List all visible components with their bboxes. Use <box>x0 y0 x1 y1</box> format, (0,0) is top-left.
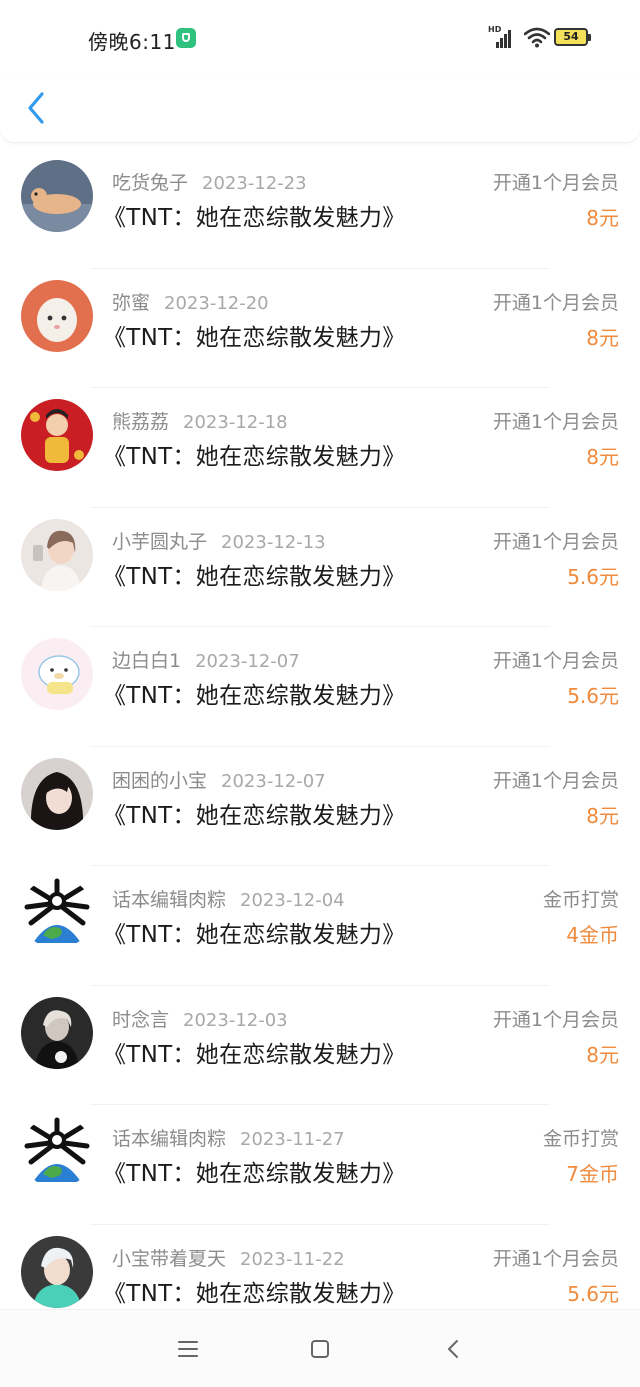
list-item[interactable]: 熊荔荔 2023-12-18 《TNT：她在恋综散发魅力》 开通1个月会员 8元 <box>0 387 640 507</box>
record-amount: 7金币 <box>566 1162 619 1186</box>
status-time: 傍晚6:11 <box>88 30 176 54</box>
record-amount: 5.6元 <box>567 564 619 589</box>
user-name: 熊荔荔 2023-12-18 <box>112 411 288 433</box>
record-date: 2023-12-07 <box>195 651 300 672</box>
avatar[interactable] <box>21 757 93 830</box>
record-type: 开通1个月会员 <box>492 769 619 792</box>
record-amount: 8元 <box>586 445 619 469</box>
avatar[interactable] <box>21 399 93 471</box>
list-item[interactable]: 小芋圆丸子 2023-12-13 《TNT：她在恋综散发魅力》 开通1个月会员 5… <box>0 506 640 627</box>
user-name: 时念言 2023-12-03 <box>112 1008 288 1031</box>
record-amount: 4金币 <box>566 923 619 947</box>
avatar[interactable] <box>21 1235 93 1308</box>
list-item[interactable]: 困困的小宝 2023-12-07 《TNT：她在恋综散发魅力》 开通1个月会员 8… <box>0 745 640 866</box>
user-name: 小宝带着夏天 2023-11-22 <box>112 1247 345 1270</box>
record-list: 吃货兔子 2023-12-23 《TNT：她在恋综散发魅力》 开通1个月会员 8元… <box>0 148 640 1343</box>
record-type: 开通1个月会员 <box>492 1008 619 1031</box>
book-title: 《TNT：她在恋综散发魅力》 <box>103 802 406 829</box>
wifi-icon <box>524 27 550 48</box>
book-title: 《TNT：她在恋综散发魅力》 <box>103 205 406 231</box>
avatar[interactable] <box>21 160 93 232</box>
record-amount: 8元 <box>586 206 619 230</box>
record-type: 开通1个月会员 <box>492 650 619 672</box>
signal-icon: HD <box>488 25 514 48</box>
user-name: 吃货兔子 2023-12-23 <box>112 172 307 194</box>
record-date: 2023-12-04 <box>240 890 345 911</box>
record-amount: 8元 <box>586 325 619 350</box>
book-title: 《TNT：她在恋综散发魅力》 <box>103 563 406 590</box>
book-title: 《TNT：她在恋综散发魅力》 <box>103 922 406 948</box>
user-name: 话本编辑肉粽 2023-11-27 <box>112 1128 345 1150</box>
battery-level: 54 <box>563 30 579 43</box>
record-date: 2023-12-07 <box>221 770 326 792</box>
record-type: 开通1个月会员 <box>492 530 619 553</box>
record-date: 2023-12-13 <box>221 531 326 553</box>
network-type-label: HD <box>488 25 502 34</box>
book-title: 《TNT：她在恋综散发魅力》 <box>103 444 406 470</box>
page-header <box>0 76 640 143</box>
record-type: 开通1个月会员 <box>492 291 619 314</box>
user-name: 困困的小宝 2023-12-07 <box>112 769 326 792</box>
avatar[interactable] <box>21 1116 93 1188</box>
record-date: 2023-12-23 <box>202 173 307 194</box>
book-title: 《TNT：她在恋综散发魅力》 <box>103 1041 406 1068</box>
user-name: 弥蜜 2023-12-20 <box>112 291 269 314</box>
list-item[interactable]: 时念言 2023-12-03 《TNT：她在恋综散发魅力》 开通1个月会员 8元 <box>0 984 640 1105</box>
record-type: 开通1个月会员 <box>492 411 619 433</box>
home-square-icon[interactable] <box>308 1337 332 1361</box>
list-item[interactable]: 吃货兔子 2023-12-23 《TNT：她在恋综散发魅力》 开通1个月会员 8元 <box>0 148 640 268</box>
back-triangle-icon[interactable] <box>442 1337 466 1361</box>
record-date: 2023-11-22 <box>240 1248 345 1270</box>
user-name: 小芋圆丸子 2023-12-13 <box>112 530 326 553</box>
record-date: 2023-12-20 <box>164 292 269 314</box>
list-item[interactable]: 话本编辑肉粽 2023-12-04 《TNT：她在恋综散发魅力》 金币打赏 4金币 <box>0 865 640 985</box>
record-date: 2023-12-03 <box>183 1009 288 1031</box>
book-title: 《TNT：她在恋综散发魅力》 <box>103 324 406 351</box>
avatar[interactable] <box>21 638 93 710</box>
avatar[interactable] <box>21 996 93 1069</box>
status-bar: 傍晚6:11 HD 54 <box>0 0 640 76</box>
avatar[interactable] <box>21 279 93 352</box>
menu-icon[interactable] <box>176 1337 200 1361</box>
user-name: 话本编辑肉粽 2023-12-04 <box>112 889 345 911</box>
record-type: 开通1个月会员 <box>492 1247 619 1270</box>
record-amount: 5.6元 <box>567 684 619 708</box>
record-type: 金币打赏 <box>542 889 619 911</box>
user-name: 边白白1 2023-12-07 <box>112 650 300 672</box>
book-title: 《TNT：她在恋综散发魅力》 <box>103 683 406 709</box>
avatar[interactable] <box>21 877 93 949</box>
avatar[interactable] <box>21 518 93 591</box>
record-type: 开通1个月会员 <box>492 172 619 194</box>
chevron-left-icon[interactable] <box>22 88 52 128</box>
book-title: 《TNT：她在恋综散发魅力》 <box>103 1161 406 1187</box>
record-date: 2023-12-18 <box>183 412 288 433</box>
shield-app-icon <box>176 28 196 48</box>
record-amount: 8元 <box>586 803 619 828</box>
record-amount: 8元 <box>586 1042 619 1067</box>
list-item[interactable]: 话本编辑肉粽 2023-11-27 《TNT：她在恋综散发魅力》 金币打赏 7金币 <box>0 1104 640 1224</box>
record-type: 金币打赏 <box>542 1128 619 1150</box>
book-title: 《TNT：她在恋综散发魅力》 <box>103 1280 406 1307</box>
system-nav-bar <box>0 1309 640 1387</box>
record-date: 2023-11-27 <box>240 1129 345 1150</box>
battery-icon: 54 <box>554 28 591 46</box>
list-item[interactable]: 边白白1 2023-12-07 《TNT：她在恋综散发魅力》 开通1个月会员 5.… <box>0 626 640 746</box>
list-item[interactable]: 弥蜜 2023-12-20 《TNT：她在恋综散发魅力》 开通1个月会员 8元 <box>0 267 640 388</box>
record-amount: 5.6元 <box>567 1281 619 1306</box>
